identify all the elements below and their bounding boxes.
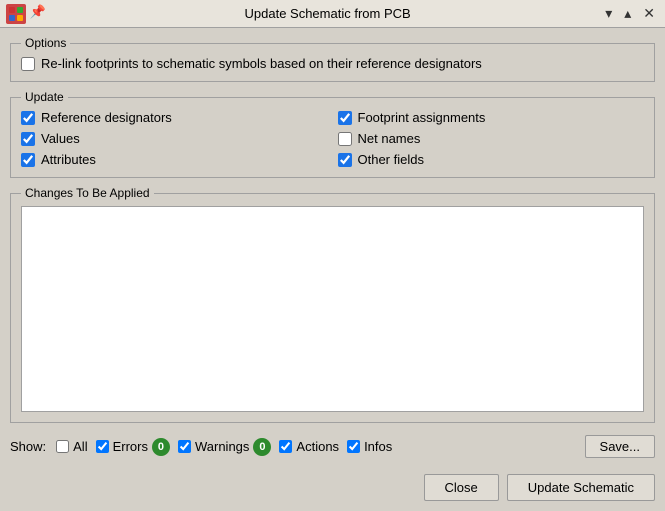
- all-checkbox[interactable]: [56, 440, 69, 453]
- close-button[interactable]: ✕: [639, 3, 659, 24]
- update-group: Update Reference designators Footprint a…: [10, 90, 655, 178]
- changes-section: Changes To Be Applied: [10, 186, 655, 423]
- titlebar-controls[interactable]: ▾ ▴ ✕: [601, 3, 659, 24]
- infos-item: Infos: [347, 439, 392, 454]
- actions-checkbox[interactable]: [279, 440, 292, 453]
- values-row: Values: [21, 131, 328, 146]
- warnings-checkbox[interactable]: [178, 440, 191, 453]
- minimize-button[interactable]: ▾: [601, 3, 616, 24]
- values-checkbox[interactable]: [21, 132, 35, 146]
- pin-icon: 📌: [30, 4, 46, 20]
- attributes-checkbox[interactable]: [21, 153, 35, 167]
- errors-checkbox[interactable]: [96, 440, 109, 453]
- infos-checkbox[interactable]: [347, 440, 360, 453]
- restore-button[interactable]: ▴: [620, 3, 635, 24]
- update-schematic-button[interactable]: Update Schematic: [507, 474, 655, 501]
- app-icon: [6, 4, 26, 24]
- all-label[interactable]: All: [73, 439, 87, 454]
- bottom-bar: Close Update Schematic: [0, 468, 665, 511]
- main-content: Options Re-link footprints to schematic …: [0, 28, 665, 468]
- attributes-row: Attributes: [21, 152, 328, 167]
- errors-label[interactable]: Errors: [113, 439, 148, 454]
- close-button[interactable]: Close: [424, 474, 499, 501]
- options-group: Options Re-link footprints to schematic …: [10, 36, 655, 82]
- infos-label[interactable]: Infos: [364, 439, 392, 454]
- ref-des-label[interactable]: Reference designators: [41, 110, 172, 125]
- show-bar: Show: All Errors 0 Warnings 0 Actions In…: [10, 431, 655, 460]
- options-content: Re-link footprints to schematic symbols …: [21, 56, 644, 71]
- net-names-row: Net names: [338, 131, 645, 146]
- net-names-label[interactable]: Net names: [358, 131, 421, 146]
- relink-label[interactable]: Re-link footprints to schematic symbols …: [41, 56, 482, 71]
- save-button[interactable]: Save...: [585, 435, 655, 458]
- actions-label[interactable]: Actions: [296, 439, 339, 454]
- ref-des-row: Reference designators: [21, 110, 328, 125]
- relink-row: Re-link footprints to schematic symbols …: [21, 56, 482, 71]
- footprint-label[interactable]: Footprint assignments: [358, 110, 486, 125]
- options-legend: Options: [21, 36, 70, 50]
- update-legend: Update: [21, 90, 68, 104]
- all-item: All: [56, 439, 87, 454]
- footprint-checkbox[interactable]: [338, 111, 352, 125]
- attributes-label[interactable]: Attributes: [41, 152, 96, 167]
- app-icons: 📌: [6, 4, 46, 24]
- actions-item: Actions: [279, 439, 339, 454]
- update-grid: Reference designators Footprint assignme…: [21, 110, 644, 167]
- ref-des-checkbox[interactable]: [21, 111, 35, 125]
- warnings-badge: 0: [253, 438, 271, 456]
- other-fields-label[interactable]: Other fields: [358, 152, 424, 167]
- net-names-checkbox[interactable]: [338, 132, 352, 146]
- relink-checkbox[interactable]: [21, 57, 35, 71]
- changes-textarea[interactable]: [21, 206, 644, 412]
- footprint-row: Footprint assignments: [338, 110, 645, 125]
- errors-item: Errors 0: [96, 438, 170, 456]
- titlebar: 📌 Update Schematic from PCB ▾ ▴ ✕: [0, 0, 665, 28]
- window-title: Update Schematic from PCB: [54, 6, 601, 21]
- warnings-label[interactable]: Warnings: [195, 439, 249, 454]
- changes-legend: Changes To Be Applied: [21, 186, 154, 200]
- show-label: Show:: [10, 439, 46, 454]
- errors-badge: 0: [152, 438, 170, 456]
- changes-group: Changes To Be Applied: [10, 186, 655, 423]
- warnings-item: Warnings 0: [178, 438, 271, 456]
- values-label[interactable]: Values: [41, 131, 80, 146]
- other-fields-row: Other fields: [338, 152, 645, 167]
- other-fields-checkbox[interactable]: [338, 153, 352, 167]
